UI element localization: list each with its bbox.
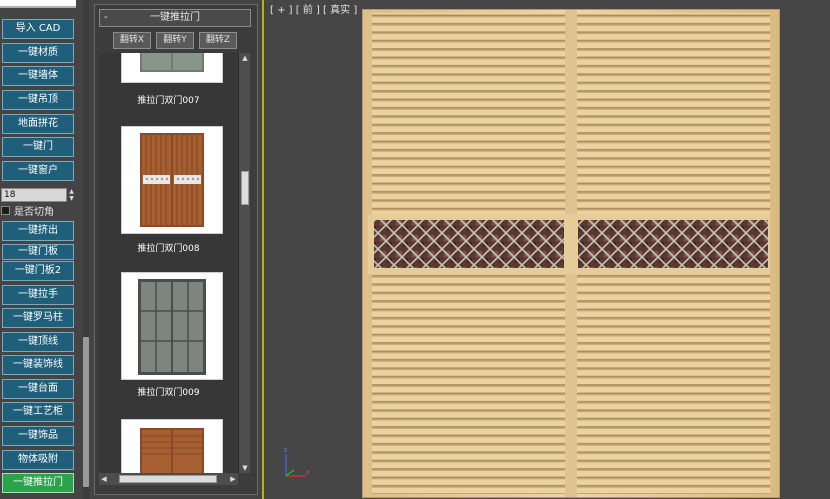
handle-button[interactable]: 一键拉手 xyxy=(2,285,74,305)
library-horizontal-scrollbar[interactable]: ◀ ▶ xyxy=(99,473,238,485)
app-window: 导入 CAD 一键材质 一键墙体 一键吊顶 地面拼花 一键门 一键窗户 18 ▲… xyxy=(0,0,830,499)
flip-z-button[interactable]: 翻转Z xyxy=(199,32,237,49)
library-horizontal-scroll-thumb[interactable] xyxy=(119,475,217,483)
tool-panel-scrollbar[interactable] xyxy=(83,0,89,499)
sliding-door-model[interactable] xyxy=(362,9,780,498)
wall-button[interactable]: 一键墙体 xyxy=(2,66,74,86)
ceiling-button[interactable]: 一键吊顶 xyxy=(2,90,74,110)
door-button[interactable]: 一键门 xyxy=(2,137,74,157)
roman-column-button[interactable]: 一键罗马柱 xyxy=(2,308,74,328)
door-007-preview-icon xyxy=(140,53,204,72)
flip-y-button[interactable]: 翻转Y xyxy=(156,32,194,49)
door-caption-008: 推拉门双门008 xyxy=(137,244,200,254)
library-title: 一键推拉门 xyxy=(150,12,200,23)
import-cad-button[interactable]: 导入 CAD xyxy=(2,19,74,39)
axis-gizmo-icon: z x xyxy=(284,447,310,477)
door-panel-button[interactable]: 一键门板 xyxy=(2,244,74,260)
scroll-up-icon[interactable]: ▲ xyxy=(239,53,251,63)
panel-top-bar xyxy=(0,0,76,8)
sliding-door-library: - 一键推拉门 翻转X 翻转Y 翻转Z 推拉门双门007 推拉门双门008 推拉… xyxy=(94,4,258,495)
chamfer-option[interactable]: 是否切角 xyxy=(1,203,54,218)
door-caption-009: 推拉门双门009 xyxy=(137,388,200,398)
ornament-button[interactable]: 一键饰品 xyxy=(2,426,74,446)
material-button[interactable]: 一键材质 xyxy=(2,43,74,63)
viewport-label-menu[interactable]: [ + ] [ 前 ] [ 真实 ] xyxy=(270,1,357,16)
tool-panel-scroll-thumb[interactable] xyxy=(83,337,89,487)
extrude-button[interactable]: 一键挤出 xyxy=(2,221,74,241)
door-010-preview-icon xyxy=(140,428,204,473)
door-009-preview-icon xyxy=(138,279,206,375)
door-caption-007: 推拉门双门007 xyxy=(137,96,200,106)
crown-molding-button[interactable]: 一键顶线 xyxy=(2,332,74,352)
door-thumbnail-010[interactable] xyxy=(121,419,223,473)
door-thumbnail-list: 推拉门双门007 推拉门双门008 推拉门双门009 xyxy=(99,53,238,473)
library-vertical-scrollbar[interactable]: ▲ ▼ xyxy=(238,53,250,473)
flip-x-button[interactable]: 翻转X xyxy=(113,32,151,49)
door-thumbnail-007[interactable] xyxy=(121,53,223,83)
door-panel-2-button[interactable]: 一键门板2 xyxy=(2,261,74,281)
scroll-left-icon[interactable]: ◀ xyxy=(99,473,109,485)
library-vertical-scroll-thumb[interactable] xyxy=(241,171,249,205)
chamfer-label: 是否切角 xyxy=(14,206,54,218)
sliding-door-button[interactable]: 一键推拉门 xyxy=(2,473,74,493)
axis-x-label: x xyxy=(306,469,310,476)
scroll-right-icon[interactable]: ▶ xyxy=(228,473,238,485)
tool-panel: 导入 CAD 一键材质 一键墙体 一键吊顶 地面拼花 一键门 一键窗户 18 ▲… xyxy=(0,0,90,499)
countertop-button[interactable]: 一键台面 xyxy=(2,379,74,399)
chamfer-checkbox[interactable] xyxy=(1,205,10,215)
axis-z-label: z xyxy=(284,447,287,454)
floor-pattern-button[interactable]: 地面拼花 xyxy=(2,114,74,134)
door-thumbnail-009[interactable] xyxy=(121,272,223,380)
door-thumbnail-008[interactable] xyxy=(121,126,223,234)
right-lattice-insert xyxy=(578,220,768,268)
craft-cabinet-button[interactable]: 一键工艺柜 xyxy=(2,402,74,422)
size-spinner-input[interactable]: 18 xyxy=(1,188,67,202)
snap-object-button[interactable]: 物体吸附 xyxy=(2,450,74,470)
door-008-preview-icon xyxy=(140,133,204,227)
left-lattice-insert xyxy=(374,220,564,268)
front-viewport[interactable]: [ + ] [ 前 ] [ 真实 ] z x xyxy=(262,0,830,499)
collapse-icon[interactable]: - xyxy=(104,10,108,26)
decor-line-button[interactable]: 一键装饰线 xyxy=(2,355,74,375)
window-button[interactable]: 一键窗户 xyxy=(2,161,74,181)
library-rollout-header[interactable]: - 一键推拉门 xyxy=(99,9,251,27)
scroll-down-icon[interactable]: ▼ xyxy=(239,463,251,473)
spinner-arrows-icon[interactable]: ▲ ▼ xyxy=(67,188,76,202)
